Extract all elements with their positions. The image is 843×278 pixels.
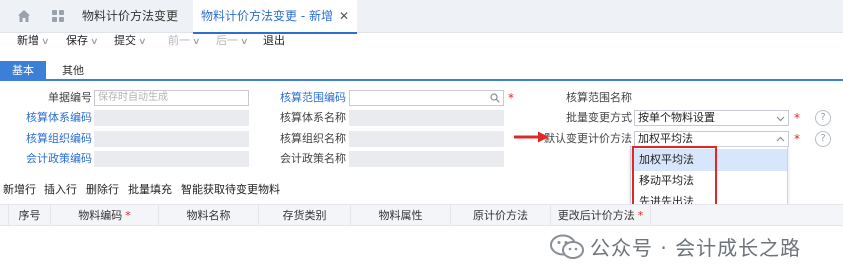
main-toolbar: 新增 ∨ 保存 ∨ 提交 ∨ 前一 ∨ 后一 ∨ 退出 bbox=[0, 33, 843, 51]
acct-scope-name-label: 核算范围名称 bbox=[566, 91, 632, 104]
batch-fill-button[interactable]: 批量填充 bbox=[128, 183, 172, 197]
tab-label: 物料计价方法变更 - 新增 bbox=[201, 9, 333, 23]
annotation-arrow-icon bbox=[514, 131, 549, 143]
batch-change-mode-value: 按单个物料设置 bbox=[638, 111, 715, 124]
table-header-filler bbox=[650, 205, 843, 226]
column-header-material-name: 物料名称 bbox=[158, 205, 258, 226]
column-header-original-method: 原计价方法 bbox=[450, 205, 550, 226]
acct-org-code-field bbox=[94, 131, 249, 147]
new-label: 新增 bbox=[17, 34, 39, 47]
required-mark: * bbox=[794, 111, 800, 125]
tab-material-costing-change[interactable]: 物料计价方法变更 bbox=[74, 0, 186, 33]
home-icon[interactable] bbox=[17, 9, 31, 23]
column-header-seq: 序号 bbox=[8, 205, 50, 226]
table-header: 序号 物料编码 * 物料名称 存货类别 物料属性 原计价方法 更改后计价方法 * bbox=[0, 204, 843, 226]
default-method-label: 默认变更计价方法 bbox=[544, 132, 632, 145]
batch-change-mode-label: 批量变更方式 bbox=[566, 111, 632, 124]
app-grid-icon[interactable] bbox=[51, 9, 65, 23]
required-mark: * bbox=[637, 209, 644, 222]
acct-policy-code-field bbox=[94, 151, 249, 167]
required-mark: * bbox=[794, 132, 800, 146]
acct-org-name-label: 核算组织名称 bbox=[280, 132, 346, 145]
column-label: 物料编码 bbox=[78, 209, 123, 222]
acct-policy-name-field bbox=[349, 151, 504, 167]
submit-label: 提交 bbox=[114, 34, 136, 47]
batch-change-mode-select[interactable]: 按单个物料设置 bbox=[634, 110, 789, 126]
help-icon[interactable]: ? bbox=[815, 110, 831, 126]
help-icon[interactable]: ? bbox=[815, 131, 831, 147]
chevron-down-icon[interactable] bbox=[776, 114, 785, 123]
required-mark: * bbox=[508, 91, 514, 105]
exit-label: 退出 bbox=[263, 34, 285, 47]
doc-no-input[interactable]: 保存时自动生成 bbox=[94, 90, 249, 106]
default-method-value: 加权平均法 bbox=[638, 132, 693, 145]
doc-no-placeholder: 保存时自动生成 bbox=[98, 92, 168, 103]
chevron-down-icon[interactable]: ∨ bbox=[90, 34, 99, 50]
tab-other[interactable]: 其他 bbox=[50, 61, 96, 81]
chevron-up-icon[interactable] bbox=[776, 135, 785, 144]
next-label: 后一 bbox=[216, 34, 238, 47]
acct-system-name-field bbox=[349, 110, 504, 126]
acct-scope-code-input[interactable] bbox=[349, 90, 504, 106]
acct-policy-name-label: 会计政策名称 bbox=[280, 152, 346, 165]
acct-system-code-field bbox=[94, 110, 249, 126]
chevron-down-icon[interactable]: ∨ bbox=[240, 34, 249, 50]
search-icon[interactable] bbox=[490, 93, 500, 103]
chevron-down-icon[interactable]: ∨ bbox=[192, 34, 201, 50]
watermark-text: 公众号 · 会计成长之路 bbox=[590, 236, 802, 260]
add-row-button[interactable]: 新增行 bbox=[3, 183, 36, 197]
delete-row-button[interactable]: 删除行 bbox=[86, 183, 119, 197]
table-header-spacer bbox=[0, 205, 8, 226]
save-button[interactable]: 保存 ∨ bbox=[66, 33, 99, 51]
acct-scope-code-label[interactable]: 核算范围编码 bbox=[270, 90, 346, 106]
default-method-select[interactable]: 加权平均法 bbox=[634, 131, 789, 147]
column-label: 物料名称 bbox=[186, 209, 231, 222]
column-header-inventory-category: 存货类别 bbox=[258, 205, 350, 226]
insert-row-button[interactable]: 插入行 bbox=[44, 183, 77, 197]
close-icon[interactable]: ✕ bbox=[339, 9, 349, 23]
column-label: 序号 bbox=[18, 209, 41, 222]
tab-label: 物料计价方法变更 bbox=[82, 9, 179, 23]
exit-button[interactable]: 退出 bbox=[263, 33, 285, 51]
prev-label: 前一 bbox=[168, 34, 190, 47]
column-header-material-code: 物料编码 * bbox=[50, 205, 158, 226]
column-label: 更改后计价方法 bbox=[557, 209, 635, 222]
chevron-down-icon[interactable]: ∨ bbox=[41, 34, 50, 50]
acct-policy-code-label[interactable]: 会计政策编码 bbox=[20, 151, 92, 167]
column-header-new-method: 更改后计价方法 * bbox=[550, 205, 650, 226]
required-mark: * bbox=[125, 209, 131, 222]
doc-no-label: 单据编号 bbox=[48, 91, 92, 104]
annotation-highlight-box bbox=[632, 146, 717, 211]
form-subtabs: 基本 其他 bbox=[0, 61, 843, 81]
chevron-down-icon[interactable]: ∨ bbox=[138, 34, 147, 50]
new-button[interactable]: 新增 ∨ bbox=[17, 33, 50, 51]
watermark: 公众号 · 会计成长之路 bbox=[550, 228, 830, 262]
top-tab-bar: 物料计价方法变更 物料计价方法变更 - 新增 ✕ bbox=[0, 0, 843, 34]
tab-basic[interactable]: 基本 bbox=[0, 61, 46, 81]
save-label: 保存 bbox=[66, 34, 88, 47]
acct-org-name-field bbox=[349, 131, 504, 147]
column-label: 原计价方法 bbox=[473, 209, 528, 222]
wechat-icon bbox=[550, 234, 584, 259]
acct-system-name-label: 核算体系名称 bbox=[280, 111, 346, 124]
acct-org-code-label[interactable]: 核算组织编码 bbox=[20, 131, 92, 147]
tab-material-costing-change-new[interactable]: 物料计价方法变更 - 新增 ✕ bbox=[193, 0, 358, 34]
column-label: 物料属性 bbox=[378, 209, 423, 222]
smart-fetch-button[interactable]: 智能获取待变更物料 bbox=[181, 183, 280, 197]
acct-scope-name-field bbox=[634, 90, 789, 106]
column-header-material-attribute: 物料属性 bbox=[350, 205, 450, 226]
submit-button[interactable]: 提交 ∨ bbox=[114, 33, 147, 51]
prev-button[interactable]: 前一 ∨ bbox=[168, 33, 201, 51]
column-label: 存货类别 bbox=[282, 209, 327, 222]
next-button[interactable]: 后一 ∨ bbox=[216, 33, 249, 51]
acct-system-code-label[interactable]: 核算体系编码 bbox=[20, 110, 92, 126]
